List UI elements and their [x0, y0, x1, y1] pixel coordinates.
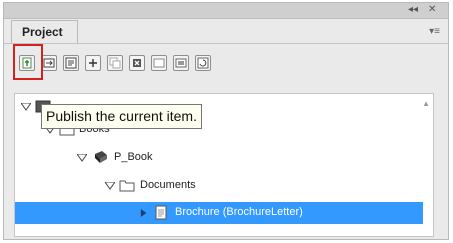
folder-icon	[119, 180, 135, 192]
layout-icon	[153, 58, 165, 68]
properties-button[interactable]	[63, 55, 79, 71]
copy-icon	[109, 57, 121, 69]
highlight-box	[13, 44, 43, 80]
expand-triangle-icon[interactable]	[105, 182, 115, 190]
expand-triangle-icon[interactable]	[77, 154, 87, 162]
tree-item-documents[interactable]: Documents	[15, 175, 423, 197]
collapse-icon[interactable]: ◂◂	[408, 4, 418, 16]
tab-divider	[4, 43, 448, 44]
tree-item-p-book[interactable]: P_Book	[15, 147, 423, 169]
preview-button[interactable]	[173, 55, 189, 71]
panel-menu-icon[interactable]: ▾≡	[429, 26, 440, 37]
import-button[interactable]	[41, 55, 57, 71]
panel-titlebar: ◂◂ ✕	[4, 3, 448, 19]
tree-item-label: Brochure (BrochureLetter)	[175, 206, 303, 218]
scroll-up-icon[interactable]: ▲	[422, 99, 430, 108]
add-button[interactable]	[85, 55, 101, 71]
document-icon	[155, 205, 167, 220]
book-icon	[95, 151, 107, 163]
tab-project[interactable]: Project	[11, 20, 78, 44]
delete-icon	[133, 59, 141, 67]
expand-triangle-icon[interactable]	[21, 103, 31, 111]
refresh-button[interactable]	[195, 55, 211, 71]
add-icon	[89, 59, 97, 67]
layout-button[interactable]	[151, 55, 167, 71]
import-icon	[43, 58, 55, 68]
refresh-icon	[197, 57, 209, 69]
tree-item-label: Documents	[140, 179, 196, 191]
preview-icon	[175, 58, 187, 68]
copy-button[interactable]	[107, 55, 123, 71]
close-icon[interactable]: ✕	[428, 4, 436, 16]
properties-icon	[65, 57, 77, 69]
collapsed-triangle-icon[interactable]	[139, 209, 149, 217]
tooltip: Publish the current item.	[41, 104, 202, 129]
tree-item-brochure[interactable]: Brochure (BrochureLetter)	[15, 202, 423, 224]
delete-button[interactable]	[129, 55, 145, 71]
tree-item-label: P_Book	[114, 151, 153, 163]
